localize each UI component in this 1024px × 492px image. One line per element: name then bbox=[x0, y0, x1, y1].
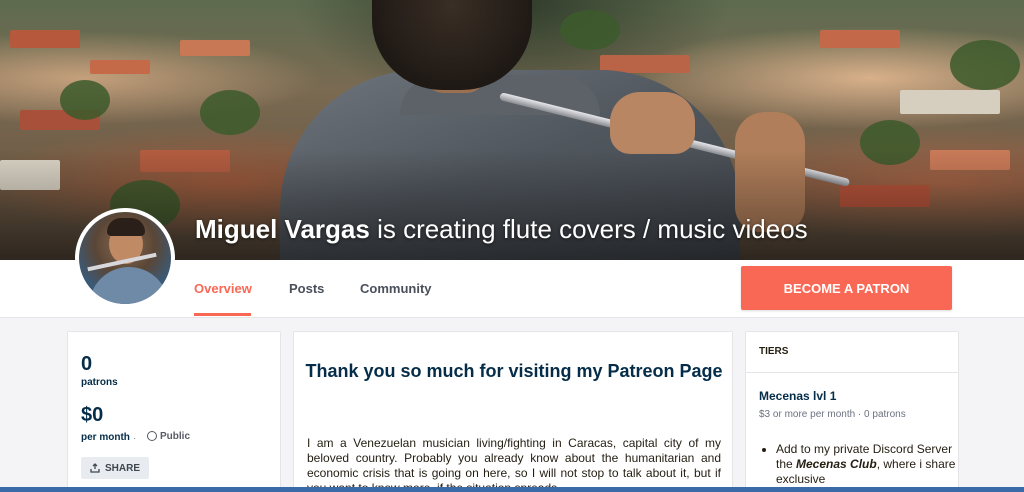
creator-tagline: is creating flute covers / music videos bbox=[369, 214, 808, 244]
tab-overview[interactable]: Overview bbox=[194, 281, 252, 296]
separator-dot: · bbox=[133, 433, 137, 444]
monthly-amount: $0 bbox=[81, 404, 104, 426]
tiers-heading: TIERS bbox=[759, 346, 789, 357]
creator-name[interactable]: Miguel Vargas bbox=[195, 214, 370, 244]
patron-count-label: patrons bbox=[81, 377, 118, 388]
about-body: I am a Venezuelan musician living/fighti… bbox=[307, 436, 721, 492]
stats-card: 0 patrons $0 per month · Public SHARE bbox=[67, 331, 281, 492]
divider bbox=[746, 372, 958, 373]
about-title: Thank you so much for visiting my Patreo… bbox=[305, 361, 723, 381]
creator-avatar[interactable] bbox=[75, 208, 175, 308]
become-patron-button[interactable]: BECOME A PATRON bbox=[741, 266, 952, 310]
creator-headline: Miguel Vargas is creating flute covers /… bbox=[195, 214, 808, 245]
patron-count: 0 bbox=[81, 353, 93, 375]
active-tab-indicator bbox=[194, 313, 251, 316]
tier-benefits: Add to my private Discord Server the Mec… bbox=[776, 442, 956, 487]
tiers-card: TIERS Mecenas lvl 1 $3 or more per month… bbox=[745, 331, 959, 492]
share-label: SHARE bbox=[104, 462, 140, 474]
share-icon bbox=[90, 463, 100, 473]
tier-price: $3 or more per month · 0 patrons bbox=[759, 409, 906, 420]
tier-benefit-item: Add to my private Discord Server the Mec… bbox=[776, 442, 956, 487]
tab-posts[interactable]: Posts bbox=[289, 281, 324, 296]
globe-icon bbox=[147, 431, 157, 441]
monthly-amount-label: per month bbox=[81, 432, 130, 443]
visibility-label: Public bbox=[160, 431, 191, 442]
about-card: Thank you so much for visiting my Patreo… bbox=[293, 331, 733, 492]
tab-community[interactable]: Community bbox=[360, 281, 432, 296]
benefit-emphasis: Mecenas Club bbox=[796, 457, 877, 471]
share-button[interactable]: SHARE bbox=[81, 457, 149, 479]
tier-name[interactable]: Mecenas lvl 1 bbox=[759, 389, 836, 403]
os-taskbar bbox=[0, 487, 1024, 492]
